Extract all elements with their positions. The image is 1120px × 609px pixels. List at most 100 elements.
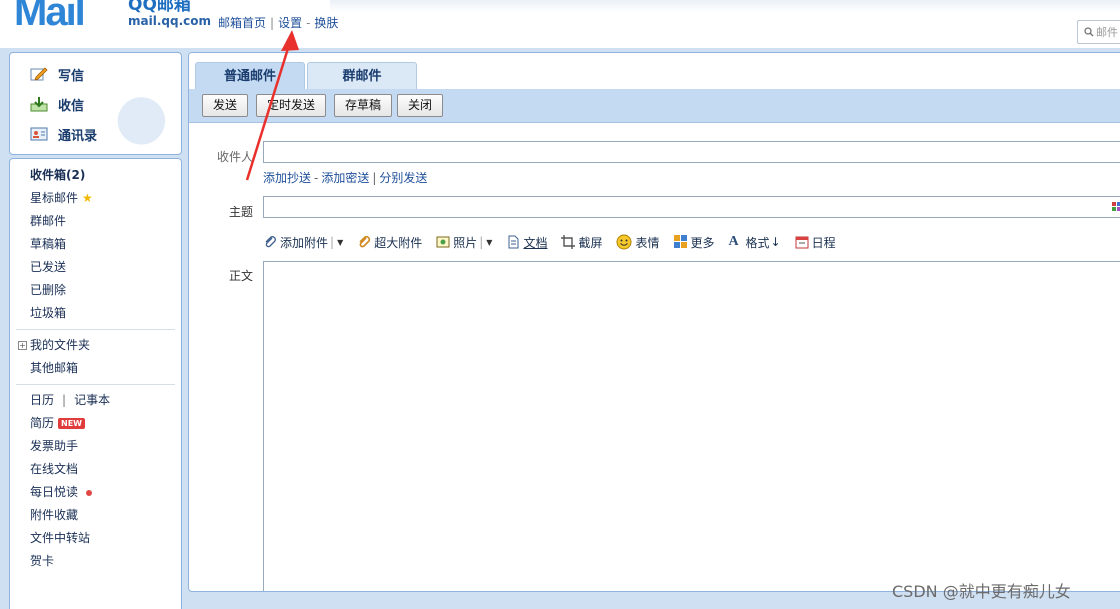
unread-dot <box>86 489 93 496</box>
file-transfer-link[interactable]: 文件中转站 <box>10 527 181 550</box>
color-grid-icon[interactable] <box>1112 201 1120 215</box>
document-tool[interactable]: 文档 <box>506 234 547 251</box>
change-skin-link[interactable]: 换肤 <box>314 16 338 30</box>
schedule-label: 日程 <box>811 235 836 250</box>
mail-search-input[interactable]: 邮件 <box>1077 20 1120 44</box>
photo-tool[interactable]: 照片 | ▼ <box>436 234 492 251</box>
settings-link[interactable]: 设置 <box>278 16 302 30</box>
calendar-link[interactable]: 日历 <box>30 393 54 407</box>
calendar-icon <box>795 235 809 249</box>
editor-toolbar: 添加附件|▼ 超大附件 照片|▼ 文档 截屏 表情 更多 A 格式↓ <box>263 232 850 252</box>
timed-send-button[interactable]: 定时发送 <box>256 94 327 117</box>
document-icon <box>506 235 520 249</box>
chevron-down-icon[interactable]: ▼ <box>337 238 343 247</box>
folder-my-folders[interactable]: + 我的文件夹 <box>10 334 181 357</box>
folder-sent[interactable]: 已发送 <box>10 256 181 279</box>
format-tool[interactable]: A 格式 ↓ <box>729 234 781 251</box>
qq-mail-logo[interactable]: QQ邮箱 mail.qq.com <box>128 0 211 28</box>
folder-starred[interactable]: 星标邮件 ★ <box>10 187 181 210</box>
inbox-label: 收信 <box>58 98 85 114</box>
add-cc-link[interactable]: 添加抄送 <box>263 171 311 185</box>
folder-deleted[interactable]: 已删除 <box>10 279 181 302</box>
header-separator: - <box>306 16 311 30</box>
options-separator: | <box>372 171 377 185</box>
smiley-icon <box>616 234 632 250</box>
search-placeholder: 邮件 <box>1096 26 1118 39</box>
address-book-icon <box>30 126 48 142</box>
recipient-options: 添加抄送 - 添加密送 | 分别发送 <box>263 169 427 186</box>
save-draft-button[interactable]: 存草稿 <box>334 94 393 117</box>
schedule-tool[interactable]: 日程 <box>795 234 836 251</box>
add-attachment-tool[interactable]: 添加附件 | ▼ <box>263 234 343 251</box>
penguin-decoration <box>109 78 181 154</box>
compose-button[interactable]: 写信 <box>30 63 84 85</box>
contacts-label: 通讯录 <box>58 128 98 144</box>
attachment-favorites-link[interactable]: 附件收藏 <box>10 504 181 527</box>
more-grid-icon <box>673 235 688 249</box>
more-tool[interactable]: 更多 <box>673 234 715 251</box>
format-label: 格式 <box>745 235 770 250</box>
subject-input[interactable] <box>263 196 1120 218</box>
folder-group-mail[interactable]: 群邮件 <box>10 210 181 233</box>
mail-logo-mark[interactable]: Mail <box>14 0 122 32</box>
top-header: Mail QQ邮箱 mail.qq.com 邮箱首页 | 设置 - 换肤 邮件 <box>0 0 1120 48</box>
folder-spam[interactable]: 垃圾箱 <box>10 302 181 325</box>
screenshot-icon <box>561 235 576 249</box>
mailbox-home-link[interactable]: 邮箱首页 <box>218 16 266 30</box>
quick-actions-panel: 写信 收信 通讯录 <box>9 52 182 155</box>
emoji-tool[interactable]: 表情 <box>616 234 660 251</box>
greeting-cards-link[interactable]: 贺卡 <box>10 550 181 573</box>
new-badge: NEW <box>58 418 85 429</box>
online-docs-link[interactable]: 在线文档 <box>10 458 181 481</box>
expand-plus-icon[interactable]: + <box>18 341 27 350</box>
close-button[interactable]: 关闭 <box>397 94 444 117</box>
logo-subtitle: mail.qq.com <box>128 14 211 28</box>
contacts-button[interactable]: 通讯录 <box>30 123 97 145</box>
recipient-input[interactable] <box>263 141 1120 163</box>
add-attachment-label: 添加附件 <box>280 235 329 250</box>
tab-group-mail[interactable]: 群邮件 <box>307 62 417 90</box>
more-label: 更多 <box>690 235 715 250</box>
app-links: 日历 | 记事本 简历 NEW 发票助手 在线文档 每日悦读 附件收藏 文件中转站 贺… <box>10 389 181 573</box>
font-a-icon: A <box>728 234 739 249</box>
resume-link[interactable]: 简历 NEW <box>10 412 181 435</box>
system-folders: 收件箱(2) 星标邮件 ★ 群邮件 草稿箱 已发送 已删除 垃圾箱 <box>10 164 181 325</box>
photo-icon <box>436 235 450 249</box>
options-separator: - <box>314 171 319 185</box>
header-links: 邮箱首页 | 设置 - 换肤 <box>218 14 338 31</box>
separate-send-link[interactable]: 分别发送 <box>379 171 427 185</box>
paperclip-icon <box>263 235 277 249</box>
folder-drafts[interactable]: 草稿箱 <box>10 233 181 256</box>
daily-read-label: 每日悦读 <box>30 485 79 499</box>
calendar-notebook-row: 日历 | 记事本 <box>10 389 181 412</box>
compose-toolbar: 发送 定时发送 存草稿 关闭 <box>189 89 1120 123</box>
large-attachment-tool[interactable]: 超大附件 <box>357 234 422 251</box>
document-label: 文档 <box>523 235 548 250</box>
subject-label: 主题 <box>229 205 254 219</box>
send-button[interactable]: 发送 <box>202 94 249 117</box>
body-editor[interactable] <box>263 261 1120 591</box>
emoji-label: 表情 <box>635 235 660 250</box>
folder-other-mailboxes[interactable]: 其他邮箱 <box>10 357 181 380</box>
folder-divider <box>16 384 175 385</box>
pencil-icon <box>30 66 48 82</box>
logo-title: QQ邮箱 <box>128 0 191 15</box>
my-folders-label: 我的文件夹 <box>30 338 91 352</box>
daily-read-link[interactable]: 每日悦读 <box>10 481 181 504</box>
folder-starred-label: 星标邮件 <box>30 191 79 205</box>
compose-panel: 普通邮件 群邮件 发送 定时发送 存草稿 关闭 收件人 添加抄送 - 添加密送 | 分别… <box>188 52 1120 592</box>
header-separator: | <box>270 16 275 30</box>
tab-normal-mail[interactable]: 普通邮件 <box>195 62 305 90</box>
custom-folders: + 我的文件夹 其他邮箱 <box>10 334 181 380</box>
chevron-down-icon[interactable]: ▼ <box>486 238 492 247</box>
screenshot-tool[interactable]: 截屏 <box>561 234 602 251</box>
add-bcc-link[interactable]: 添加密送 <box>321 171 369 185</box>
recipient-label: 收件人 <box>217 150 254 164</box>
resume-label: 简历 <box>30 416 55 430</box>
folder-divider <box>16 329 175 330</box>
folder-inbox[interactable]: 收件箱(2) <box>10 164 181 187</box>
photo-label: 照片 <box>453 235 478 250</box>
inbox-button[interactable]: 收信 <box>30 93 84 115</box>
notebook-link[interactable]: 记事本 <box>74 393 110 407</box>
invoice-assistant-link[interactable]: 发票助手 <box>10 435 181 458</box>
